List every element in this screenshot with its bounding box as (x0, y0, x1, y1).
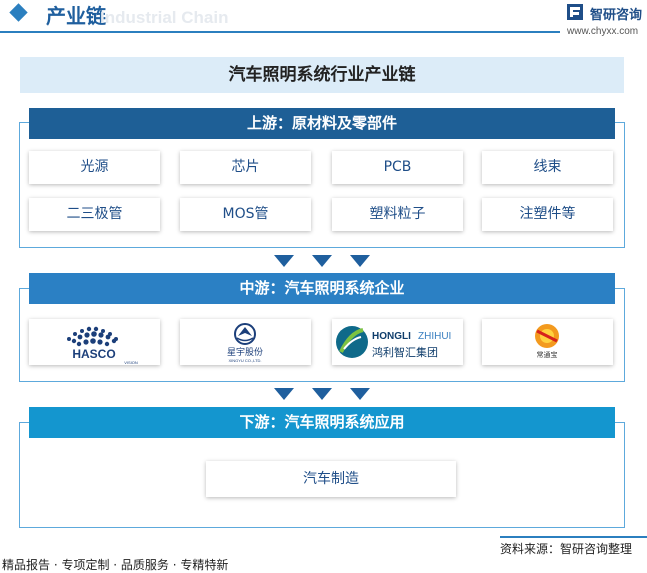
upstream-item: 二三极管 (29, 198, 160, 231)
downstream-item: 汽车制造 (206, 461, 456, 497)
changtongbao-logo-icon: 常通宝 (535, 324, 559, 359)
down-arrow-icon (312, 255, 332, 267)
upstream-item: 芯片 (180, 151, 311, 184)
xingyu-logo-icon: 星宇股份 XINGYU CO.,LTD. (227, 323, 263, 363)
upstream-item: PCB (332, 151, 463, 184)
hongli-logo-text2: ZHIHUI (418, 331, 451, 342)
section-title: 产业链 (46, 4, 106, 28)
hasco-logo-sub: VISION (124, 360, 138, 365)
changtongbao-logo-text: 常通宝 (537, 350, 558, 359)
downstream-heading: 下游：汽车照明系统应用 (29, 407, 615, 438)
footer-divider (500, 536, 647, 538)
watermark-text: Industrial Chain (100, 8, 229, 27)
footer-tagline: 精品报告 · 专项定制 · 品质服务 · 专精特新 (2, 558, 229, 572)
upstream-item: 线束 (482, 151, 613, 184)
diamond-icon (9, 3, 28, 22)
company-logo-hasco: HASCO VISION (29, 319, 160, 365)
company-logo-hongli: HONGLI ZHIHUI 鸿利智汇集团 (332, 319, 463, 365)
upstream-heading: 上游：原材料及零部件 (29, 108, 615, 139)
down-arrow-icon (350, 388, 370, 400)
down-arrow-icon (312, 388, 332, 400)
brand-logo-icon (567, 4, 583, 20)
xingyu-logo-text: 星宇股份 (227, 346, 263, 358)
upstream-item: MOS管 (180, 198, 311, 231)
brand-url: www.chyxx.com (567, 26, 639, 37)
diagram-title: 汽车照明系统行业产业链 (20, 57, 624, 93)
hasco-logo-icon: HASCO VISION (67, 326, 138, 365)
hongli-logo-text: HONGLI (372, 331, 411, 342)
upstream-item: 注塑件等 (482, 198, 613, 231)
hasco-logo-text: HASCO (72, 347, 115, 361)
hongli-logo-icon: HONGLI ZHIHUI 鸿利智汇集团 (336, 326, 451, 359)
header-divider (0, 31, 560, 33)
midstream-heading: 中游：汽车照明系统企业 (29, 273, 615, 304)
upstream-item: 塑料粒子 (332, 198, 463, 231)
down-arrow-icon (350, 255, 370, 267)
data-source: 资料来源：智研咨询整理 (500, 542, 633, 556)
xingyu-logo-sub: XINGYU CO.,LTD. (228, 358, 261, 363)
hongli-logo-sub: 鸿利智汇集团 (372, 345, 438, 359)
down-arrow-icon (274, 388, 294, 400)
company-logo-changtongbao: 常通宝 (482, 319, 613, 365)
top-header: 产业链 Industrial Chain 智研咨询 www.chyxx.com (0, 0, 647, 37)
upstream-item: 光源 (29, 151, 160, 184)
company-logo-xingyu: 星宇股份 XINGYU CO.,LTD. (180, 319, 311, 365)
down-arrow-icon (274, 255, 294, 267)
brand-name: 智研咨询 (590, 8, 643, 23)
